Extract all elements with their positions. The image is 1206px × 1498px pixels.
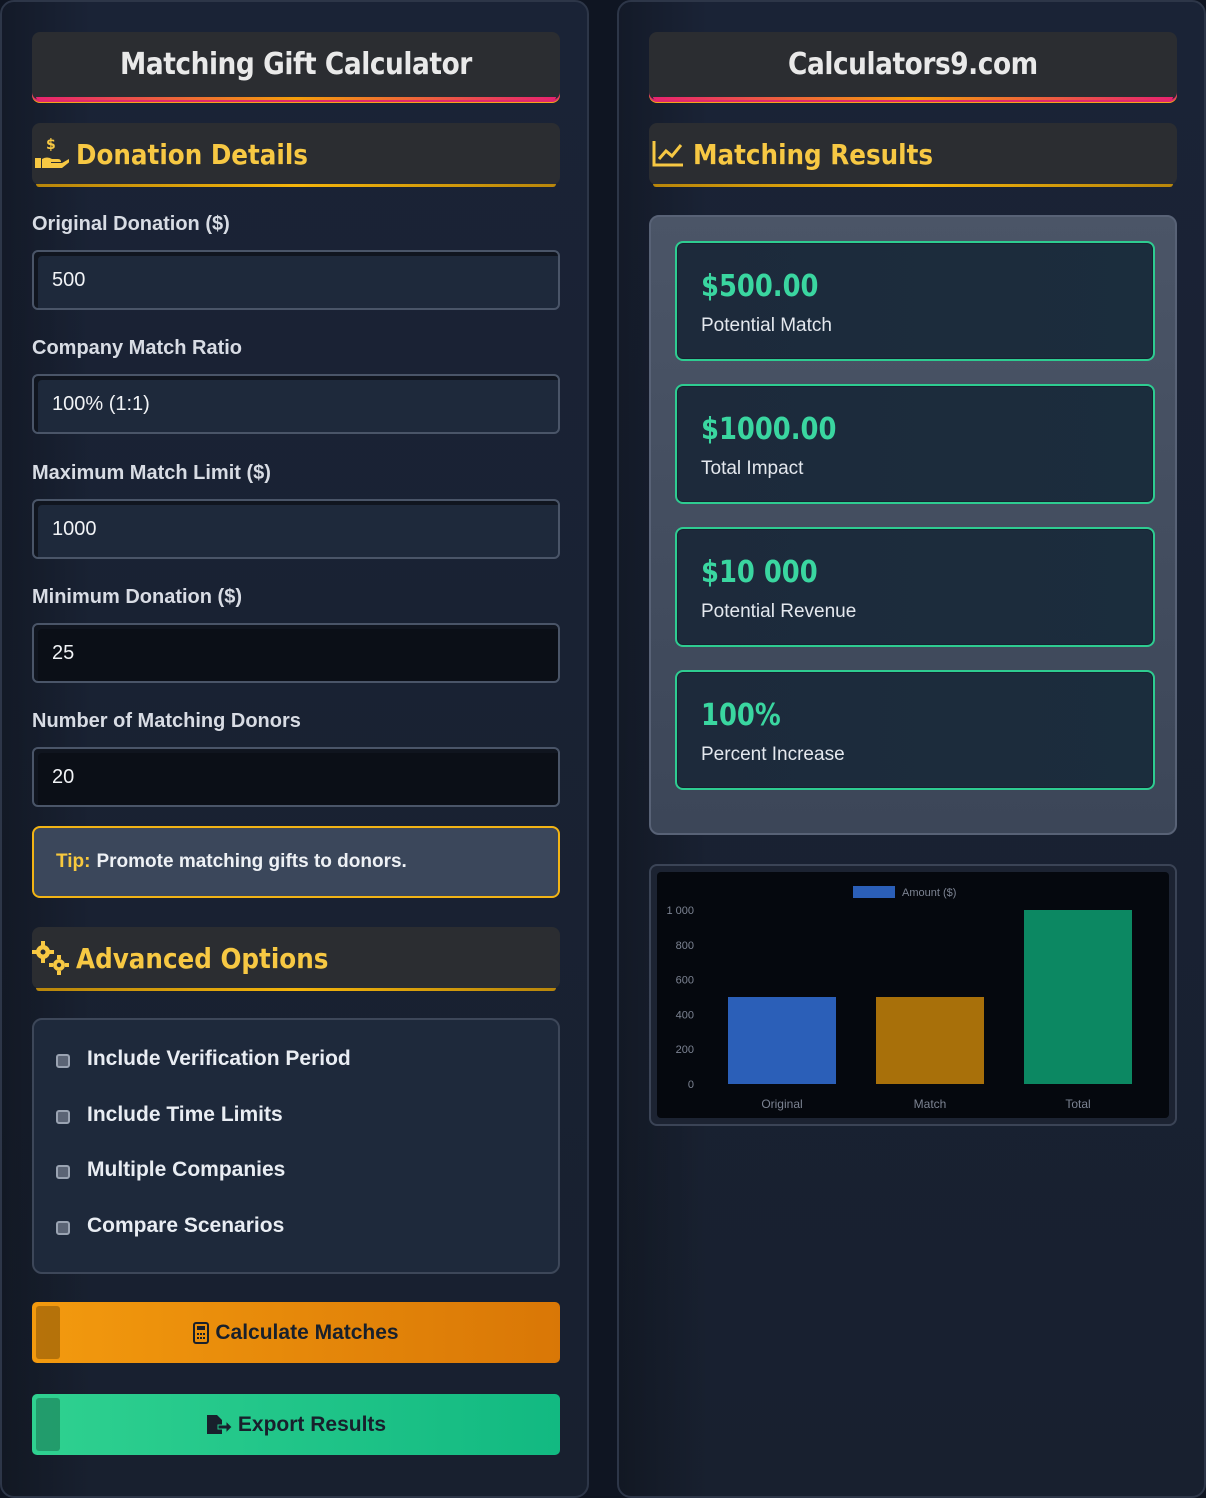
x-tick-label: Total xyxy=(1065,1097,1090,1111)
calculator-icon xyxy=(193,1321,210,1344)
original-donation-label: Original Donation ($) xyxy=(32,213,230,235)
results-panel: Calculators9.com Matching Results $500.0… xyxy=(617,0,1206,1498)
option-multiple-companies[interactable]: Multiple Companies xyxy=(56,1158,285,1182)
export-results-label: Export Results xyxy=(237,1412,387,1436)
x-tick-label: Original xyxy=(761,1097,802,1111)
matching-results-title: Matching Results xyxy=(693,137,934,171)
y-tick-label: 1 000 xyxy=(666,905,694,917)
calculate-matches-label: Calculate Matches xyxy=(215,1320,399,1344)
bar-chart-svg: Amount ($) 0 200 400 600 800 1 000 Original Matc… xyxy=(666,886,1132,1111)
checkbox[interactable] xyxy=(56,1054,70,1068)
match-ratio-label: Company Match Ratio xyxy=(32,337,243,359)
option-compare-scenarios[interactable]: Compare Scenarios xyxy=(56,1214,284,1238)
calculator-panel: Matching Gift Calculator $ Donation Deta… xyxy=(0,0,589,1498)
y-tick-label: 800 xyxy=(676,940,694,952)
results-cards: $500.00 Potential Match $1000.00 Total I… xyxy=(649,215,1177,835)
bar-total xyxy=(1024,910,1132,1084)
line-chart-icon xyxy=(649,135,687,173)
matching-donors-label: Number of Matching Donors xyxy=(32,710,301,732)
y-tick-label: 600 xyxy=(676,975,694,987)
total-impact-value: $1000.00 xyxy=(701,412,837,447)
svg-text:$: $ xyxy=(46,137,56,153)
option-label: Compare Scenarios xyxy=(87,1214,285,1237)
potential-match-value: $500.00 xyxy=(701,269,819,304)
tip-key: Tip: xyxy=(56,851,91,872)
potential-revenue-value: $10 000 xyxy=(701,555,818,590)
site-title-bar: Calculators9.com xyxy=(649,32,1177,100)
option-label: Include Verification Period xyxy=(87,1047,351,1070)
advanced-options-header: Advanced Options xyxy=(32,927,560,991)
export-results-button[interactable]: Export Results xyxy=(32,1394,560,1455)
option-label: Multiple Companies xyxy=(87,1158,286,1181)
potential-revenue-card: $10 000 Potential Revenue xyxy=(675,527,1155,647)
amount-chart: Amount ($) 0 200 400 600 800 1 000 Original Matc… xyxy=(649,864,1177,1126)
legend-label: Amount ($) xyxy=(902,887,956,899)
x-tick-label: Match xyxy=(914,1097,947,1111)
checkbox[interactable] xyxy=(56,1165,70,1179)
tip-text: Promote matching gifts to donors. xyxy=(96,851,407,872)
total-impact-label: Total Impact xyxy=(701,458,804,479)
potential-match-label: Potential Match xyxy=(701,315,832,336)
option-time-limits[interactable]: Include Time Limits xyxy=(56,1103,283,1127)
chart-area: Amount ($) 0 200 400 600 800 1 000 Original Matc… xyxy=(657,872,1169,1118)
advanced-options-title: Advanced Options xyxy=(76,941,329,975)
bar-match xyxy=(876,997,984,1084)
min-donation-input[interactable]: 25 xyxy=(32,623,560,683)
donation-details-header: $ Donation Details xyxy=(32,123,560,187)
y-tick-label: 0 xyxy=(688,1079,694,1091)
legend-swatch xyxy=(853,886,895,898)
option-label: Include Time Limits xyxy=(87,1103,283,1126)
original-donation-input[interactable]: 500 xyxy=(32,250,560,310)
total-impact-card: $1000.00 Total Impact xyxy=(675,384,1155,504)
hand-dollar-icon: $ xyxy=(32,135,70,173)
tip-box: Tip: Promote matching gifts to donors. xyxy=(32,826,560,898)
donation-details-title: Donation Details xyxy=(76,137,308,171)
percent-increase-card: 100% Percent Increase xyxy=(675,670,1155,790)
max-match-limit-input[interactable]: 1000 xyxy=(32,499,560,559)
matching-donors-input[interactable]: 20 xyxy=(32,747,560,807)
bar-original xyxy=(728,997,836,1084)
gears-icon xyxy=(32,939,70,977)
advanced-options-list: Include Verification Period Include Time… xyxy=(32,1018,560,1274)
option-verification-period[interactable]: Include Verification Period xyxy=(56,1047,351,1071)
checkbox[interactable] xyxy=(56,1110,70,1124)
checkbox[interactable] xyxy=(56,1221,70,1235)
calculator-title: Matching Gift Calculator xyxy=(120,47,472,82)
percent-increase-label: Percent Increase xyxy=(701,744,845,765)
matching-results-header: Matching Results xyxy=(649,123,1177,187)
percent-increase-value: 100% xyxy=(701,698,781,733)
min-donation-label: Minimum Donation ($) xyxy=(32,586,242,608)
y-tick-label: 200 xyxy=(676,1044,694,1056)
y-tick-label: 400 xyxy=(676,1009,694,1021)
calculate-matches-button[interactable]: Calculate Matches xyxy=(32,1302,560,1363)
calculator-title-bar: Matching Gift Calculator xyxy=(32,32,560,100)
file-export-icon xyxy=(206,1414,232,1436)
site-title: Calculators9.com xyxy=(788,47,1038,82)
match-ratio-select[interactable]: 100% (1:1) xyxy=(32,374,560,434)
max-match-limit-label: Maximum Match Limit ($) xyxy=(32,462,271,484)
potential-match-card: $500.00 Potential Match xyxy=(675,241,1155,361)
potential-revenue-label: Potential Revenue xyxy=(701,601,857,622)
